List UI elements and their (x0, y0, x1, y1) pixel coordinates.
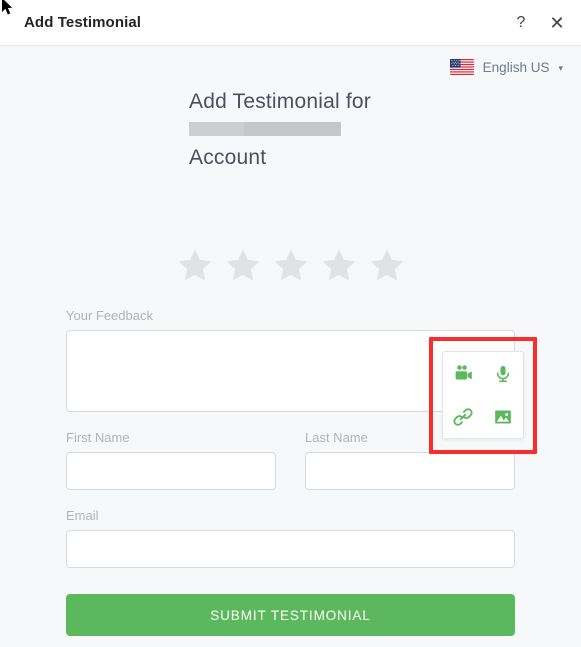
heading-line-2: Account (189, 146, 267, 169)
feedback-label: Your Feedback (66, 308, 153, 323)
star-icon[interactable] (272, 246, 310, 284)
language-label: English US (482, 59, 550, 75)
add-testimonial-dialog: Add Testimonial ? ✕ English US ▾ Add Tes… (0, 0, 581, 647)
email-label: Email (66, 508, 99, 523)
first-name-input[interactable] (66, 452, 276, 490)
chevron-down-icon: ▾ (558, 62, 563, 73)
dialog-titlebar: Add Testimonial ? ✕ (0, 0, 581, 46)
media-toolbar (442, 351, 524, 439)
us-flag-icon (449, 59, 474, 75)
email-field-wrap: Email (66, 508, 515, 568)
star-rating[interactable] (0, 246, 581, 284)
first-name-field-wrap: First Name (66, 430, 276, 490)
dialog-body: English US ▾ Add Testimonial for Account… (0, 46, 581, 647)
star-icon[interactable] (368, 246, 406, 284)
star-icon[interactable] (224, 246, 262, 284)
first-name-label: First Name (66, 430, 130, 445)
star-icon[interactable] (320, 246, 358, 284)
close-icon[interactable]: ✕ (547, 13, 567, 33)
page-heading: Add Testimonial for Account (0, 88, 581, 172)
email-input[interactable] (66, 530, 515, 568)
testimonial-form: Your Feedback First Name Last Name Email… (66, 308, 537, 647)
redacted-account-name (189, 122, 341, 137)
last-name-field-wrap: Last Name (305, 430, 515, 490)
heading-line-1: Add Testimonial for (189, 90, 372, 113)
language-selector[interactable]: English US ▾ (449, 59, 563, 75)
star-icon[interactable] (176, 246, 214, 284)
video-camera-icon[interactable] (448, 359, 478, 389)
dialog-title: Add Testimonial (24, 14, 142, 31)
microphone-icon[interactable] (488, 359, 518, 389)
name-fields-row: First Name Last Name (66, 430, 515, 490)
image-icon[interactable] (488, 402, 518, 432)
last-name-input[interactable] (305, 452, 515, 490)
help-icon[interactable]: ? (511, 13, 531, 33)
submit-testimonial-button[interactable]: SUBMIT TESTIMONIAL (66, 594, 515, 636)
titlebar-actions: ? ✕ (511, 0, 567, 46)
feedback-field-wrap (66, 330, 537, 454)
link-icon[interactable] (448, 402, 478, 432)
